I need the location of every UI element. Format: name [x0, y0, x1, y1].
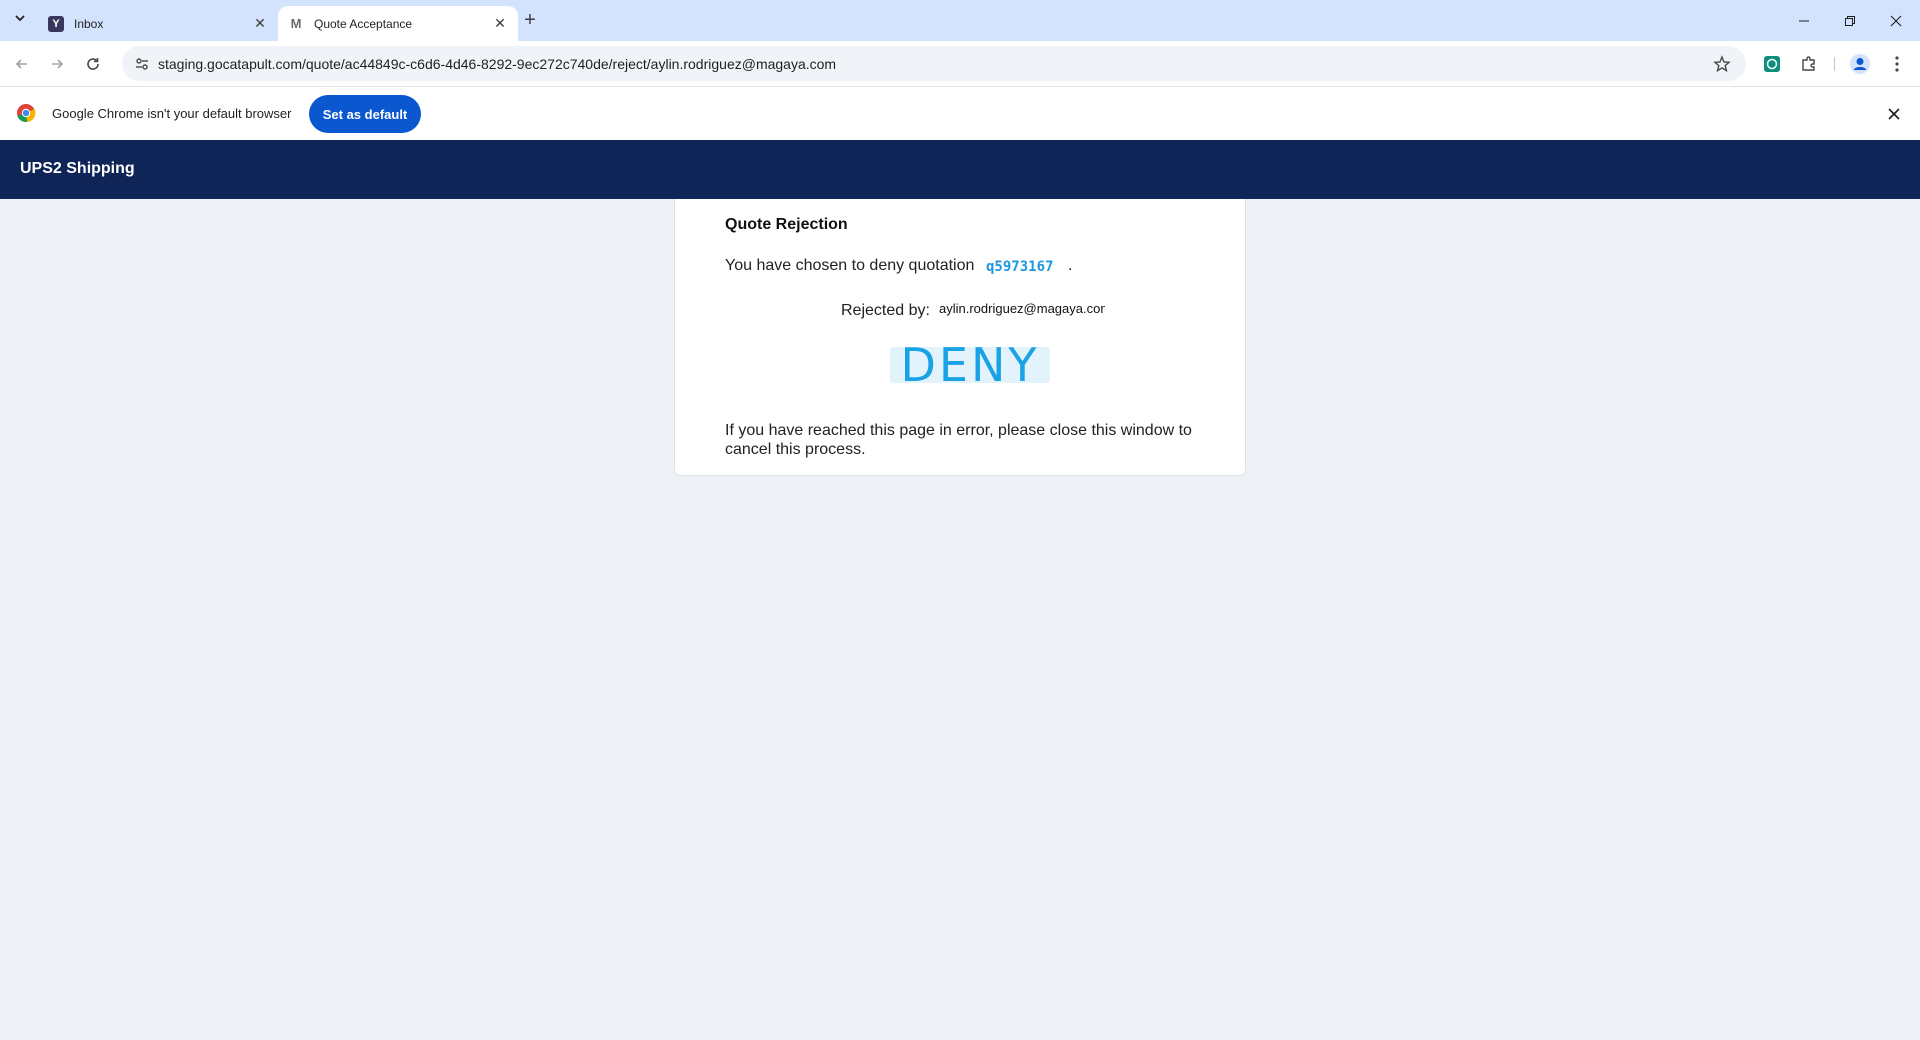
close-icon[interactable]: ✕	[252, 15, 268, 32]
toolbar-divider	[1834, 57, 1835, 71]
reload-icon	[87, 58, 99, 70]
browser-toolbar: staging.gocatapult.com/quote/ac44849c-c6…	[0, 41, 1920, 86]
deny-button[interactable]: DENY	[890, 342, 1050, 388]
close-icon[interactable]	[1882, 102, 1906, 126]
back-arrow-icon	[15, 59, 27, 69]
restore-button[interactable]	[1828, 0, 1872, 41]
reload-button[interactable]	[79, 50, 107, 78]
browser-menu-button[interactable]	[1884, 51, 1910, 77]
app-header: UPS2 Shipping	[0, 140, 1920, 199]
minimize-icon	[1799, 20, 1809, 21]
quote-rejection-card: Quote Rejection You have chosen to deny …	[674, 199, 1246, 476]
profile-icon	[1850, 54, 1870, 74]
address-bar[interactable]: staging.gocatapult.com/quote/ac44849c-c6…	[122, 46, 1746, 81]
tune-icon[interactable]	[130, 52, 154, 76]
back-button[interactable]	[8, 50, 36, 78]
rejected-by-label: Rejected by:	[841, 302, 930, 319]
default-browser-infobar: Google Chrome isn't your default browser…	[0, 86, 1920, 140]
extension-icon[interactable]	[1759, 51, 1785, 77]
forward-button[interactable]	[43, 50, 71, 78]
tab-quote-acceptance[interactable]: M Quote Acceptance ✕	[278, 6, 518, 41]
tab-title: Quote Acceptance	[314, 16, 413, 31]
set-as-default-button[interactable]: Set as default	[309, 95, 421, 133]
star-icon[interactable]	[1710, 52, 1734, 76]
chrome-logo-icon	[16, 103, 36, 123]
tab-search-button[interactable]	[8, 8, 32, 32]
app-brand[interactable]: UPS2 Shipping	[20, 160, 135, 178]
minimize-button[interactable]	[1782, 0, 1826, 41]
plus-icon: +	[524, 8, 536, 31]
yahoo-mail-icon: Y	[48, 15, 64, 32]
close-icon[interactable]: ✕	[492, 15, 508, 32]
gmail-icon: M	[290, 16, 302, 31]
url-text[interactable]: staging.gocatapult.com/quote/ac44849c-c6…	[158, 56, 836, 72]
infobar-message: Google Chrome isn't your default browser	[52, 106, 292, 121]
error-note: If you have reached this page in error, …	[725, 422, 1192, 458]
new-tab-button[interactable]: +	[518, 8, 542, 32]
deny-statement: You have chosen to deny quotation	[725, 257, 975, 274]
chevron-down-icon	[14, 11, 26, 29]
restore-icon	[1845, 15, 1855, 26]
close-icon	[1890, 15, 1902, 26]
tab-strip: Y Inbox ✕ M Quote Acceptance ✕ +	[0, 0, 1920, 41]
puzzle-icon[interactable]	[1796, 51, 1822, 77]
forward-arrow-icon	[52, 59, 64, 69]
deny-statement-end: .	[1068, 257, 1073, 274]
tab-inbox[interactable]: Y Inbox ✕	[38, 6, 278, 41]
profile-button[interactable]	[1847, 51, 1873, 77]
page-title: Quote Rejection	[725, 216, 848, 233]
window-close-button[interactable]	[1874, 0, 1918, 41]
tab-title: Inbox	[74, 16, 104, 31]
quote-id-link[interactable]: q5973167	[986, 259, 1053, 275]
kebab-menu-icon	[1895, 56, 1899, 72]
rejected-by-field[interactable]: aylin.rodriguez@magaya.com	[939, 301, 1105, 316]
